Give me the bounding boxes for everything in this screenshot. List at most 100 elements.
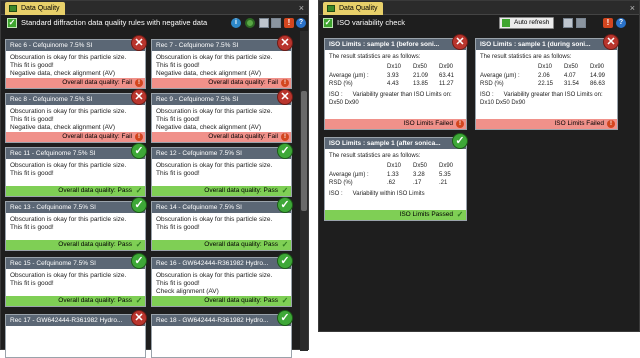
iso-status-footer: ISO Limits Failed!: [325, 119, 466, 129]
iso-card[interactable]: ISO Limits : sample 1 (after sonica... Th…: [324, 133, 468, 221]
card-status-footer: Overall data quality: Pass ✓: [6, 240, 145, 250]
status-text: Overall data quality: Pass: [58, 187, 132, 194]
card-body: [6, 326, 145, 356]
layout-icon[interactable]: [563, 18, 573, 28]
stats-cell: 11.27: [439, 81, 454, 87]
toolbar: ✓ Standard diffraction data quality rule…: [1, 15, 308, 31]
refresh-icon: [502, 19, 510, 27]
result-card[interactable]: Rec 7 - Cefquinome 7.5% SI Obscuration is…: [151, 35, 293, 89]
stats-row-label: RSD (%): [329, 81, 353, 87]
card-title: Rec 7 - Cefquinome 7.5% SI: [152, 40, 291, 51]
card-body: Obscuration is okay for this particle si…: [152, 269, 291, 299]
status-text: Overall data quality: Pass: [204, 241, 278, 248]
card-body: Obscuration is okay for this particle si…: [6, 51, 145, 81]
result-card[interactable]: Rec 13 - Cefquinome 7.5% SI Obscuration i…: [5, 197, 147, 251]
stats-table: Dx10 Dx50 Dx90 Average (µm) : 1.33 3.28 5.35 RS…: [329, 162, 462, 188]
scrollbar-thumb[interactable]: [301, 91, 307, 211]
enable-checkbox[interactable]: ✓: [7, 18, 17, 28]
result-card[interactable]: Rec 16 - GW642444-R361982 Hydro... Obscur…: [151, 253, 293, 307]
result-card[interactable]: Rec 8 - Cefquinome 7.5% SI Obscuration is…: [5, 89, 147, 143]
grid-icon[interactable]: [271, 18, 281, 28]
iso-status-footer: ISO Limits Failed!: [476, 119, 617, 129]
result-card[interactable]: Rec 12 - Cefquinome 7.5% SI Obscuration i…: [151, 143, 293, 197]
status-text: Overall data quality: Pass: [204, 297, 278, 304]
tab-data-quality[interactable]: Data Quality: [323, 2, 383, 15]
help-icon[interactable]: ?: [296, 18, 306, 28]
stats-cell: .21: [439, 180, 448, 186]
tab-bar: Data Quality ×: [1, 1, 308, 15]
error-icon[interactable]: !: [603, 18, 613, 28]
card-status-footer: Overall data quality: Pass ✓: [152, 296, 291, 306]
result-card[interactable]: Rec 15 - Cefquinome 7.5% SI Obscuration i…: [5, 253, 147, 307]
stats-column-header: Dx10: [387, 64, 402, 70]
pass-icon: ✓: [135, 186, 143, 195]
grid-icon[interactable]: [576, 18, 586, 28]
fail-icon: !: [456, 120, 464, 128]
pass-icon: ✓: [135, 240, 143, 249]
card-message: Check alignment (AV): [156, 288, 219, 295]
stats-cell: 21.09: [413, 73, 429, 79]
stats-column-header: Dx90: [590, 64, 605, 70]
result-card[interactable]: Rec 11 - Cefquinome 7.5% SI Obscuration i…: [5, 143, 147, 197]
card-title: Rec 6 - Cefquinome 7.5% SI: [6, 40, 145, 51]
card-status-footer: Overall data quality: Fail!: [152, 78, 291, 88]
fail-icon: !: [281, 133, 289, 141]
result-card[interactable]: Rec 18 - GW642444-R361982 Hydro... ✓: [151, 310, 293, 358]
info-icon[interactable]: i: [231, 18, 241, 28]
data-quality-icon: [9, 5, 17, 12]
pass-badge-icon: ✓: [277, 310, 293, 326]
iso-label: ISO :: [329, 191, 343, 197]
card-title: Rec 12 - Cefquinome 7.5% SI: [152, 148, 291, 159]
card-message: Obscuration is okay for this particle si…: [10, 162, 127, 169]
card-message: Obscuration is okay for this particle si…: [156, 108, 273, 115]
result-card[interactable]: Rec 6 - Cefquinome 7.5% SI Obscuration is…: [5, 35, 147, 89]
stats-intro: The result statistics are as follows:: [480, 54, 572, 60]
data-quality-icon: [327, 5, 335, 12]
card-status-footer: Overall data quality: Fail!: [6, 78, 145, 88]
enable-checkbox[interactable]: ✓: [323, 18, 333, 28]
settings-icon[interactable]: [245, 18, 255, 28]
stats-cell: 13.85: [413, 81, 429, 87]
card-message: This fit is good!: [156, 116, 200, 123]
result-card[interactable]: Rec 14 - Cefquinome 7.5% SI Obscuration i…: [151, 197, 293, 251]
card-message: This fit is good!: [10, 116, 54, 123]
card-body: Obscuration is okay for this particle si…: [6, 105, 145, 135]
card-message: [10, 345, 141, 353]
card-title: Rec 17 - GW642444-R361982 Hydro...: [6, 315, 145, 326]
error-icon[interactable]: !: [284, 18, 294, 28]
status-text: Overall data quality: Fail: [208, 133, 278, 140]
card-status-footer: Overall data quality: Pass ✓: [152, 186, 291, 196]
layout-icon[interactable]: [259, 18, 269, 28]
fail-badge-icon: ✕: [277, 89, 293, 105]
close-icon[interactable]: ×: [299, 2, 304, 14]
result-card[interactable]: Rec 17 - GW642444-R361982 Hydro... ✕: [5, 310, 147, 358]
pass-badge-icon: ✓: [131, 143, 147, 159]
iso-card[interactable]: ISO Limits : sample 1 (before soni... The…: [324, 34, 468, 130]
status-text: Overall data quality: Pass: [58, 241, 132, 248]
stats-cell: 1.33: [387, 172, 399, 178]
card-message: [10, 232, 141, 240]
stats-intro: The result statistics are as follows:: [329, 153, 421, 159]
iso-failing-params: Dx10 Dx50 Dx90: [480, 100, 526, 106]
help-icon[interactable]: ?: [616, 18, 626, 28]
card-message: This fit is good!: [10, 280, 54, 287]
tab-data-quality[interactable]: Data Quality: [5, 2, 65, 15]
card-status-footer: Overall data quality: Pass ✓: [6, 296, 145, 306]
card-message: Obscuration is okay for this particle si…: [156, 162, 273, 169]
status-text: ISO Limits Failed: [403, 120, 454, 127]
stats-column-header: Dx50: [413, 64, 428, 70]
card-message: Negative data, check alignment (AV): [156, 124, 262, 131]
iso-card[interactable]: ISO Limits : sample 1 (during soni... The…: [475, 34, 619, 130]
result-card[interactable]: Rec 9 - Cefquinome 7.5% SI Obscuration is…: [151, 89, 293, 143]
scrollbar[interactable]: [300, 31, 308, 351]
card-body: Obscuration is okay for this particle si…: [152, 105, 291, 135]
status-text: Overall data quality: Pass: [204, 187, 278, 194]
card-status-footer: Overall data quality: Pass ✓: [6, 186, 145, 196]
card-status-footer: Overall data quality: Pass ✓: [152, 240, 291, 250]
stats-cell: 14.99: [590, 73, 606, 79]
close-icon[interactable]: ×: [630, 2, 635, 14]
auto-refresh-button[interactable]: Auto refresh: [499, 17, 555, 29]
stats-table: Dx10 Dx50 Dx90 Average (µm) : 2.06 4.07 14.99 R…: [480, 63, 613, 89]
pass-icon: ✓: [281, 186, 289, 195]
fail-badge-icon: ✕: [131, 35, 147, 51]
